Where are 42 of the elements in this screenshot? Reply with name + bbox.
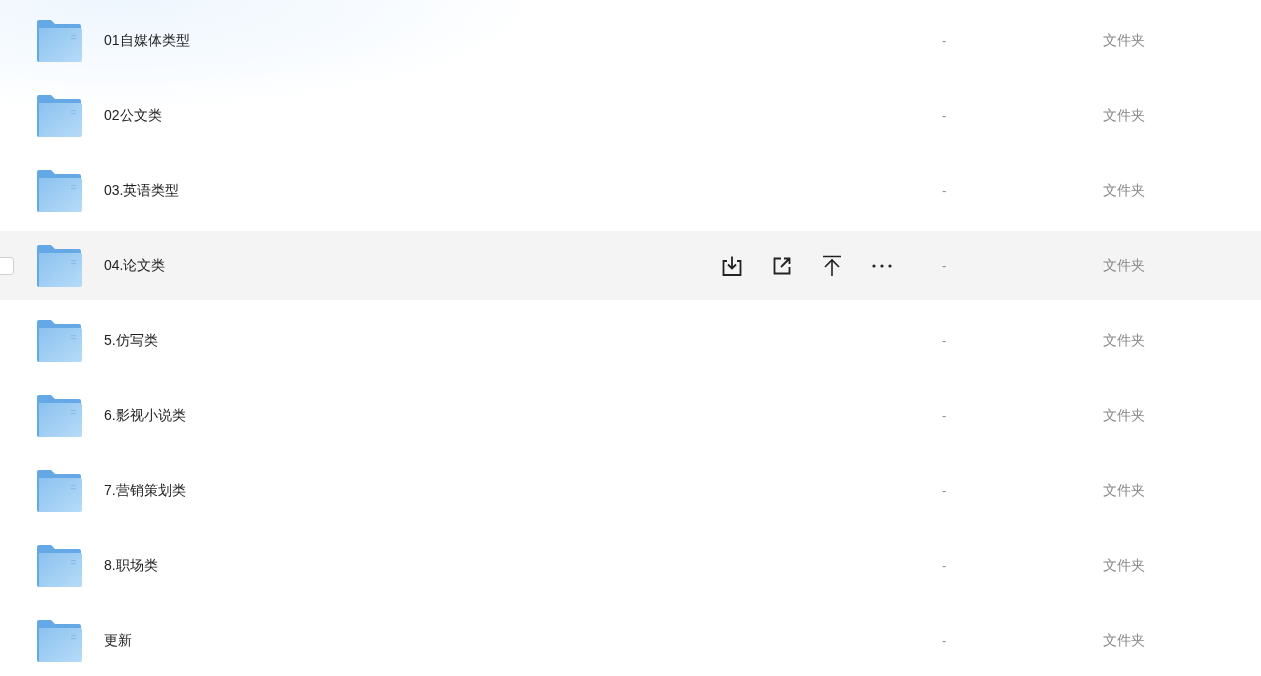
folder-icon [36, 169, 82, 212]
arrow-up-icon [822, 254, 842, 277]
folder-name[interactable]: 6.影视小说类 [104, 405, 404, 426]
file-row[interactable]: 04.论文类 - 文件夹 [0, 231, 1261, 300]
folder-name[interactable]: 8.职场类 [104, 555, 404, 576]
size-cell-text: - [942, 256, 947, 275]
folder-name[interactable]: 04.论文类 [104, 255, 404, 276]
folder-icon [36, 19, 82, 62]
folder-icon [36, 394, 82, 437]
share-icon [772, 255, 792, 276]
folder-icon [36, 244, 82, 287]
size-cell-text: - [942, 31, 947, 50]
folder-name[interactable]: 03.英语类型 [104, 180, 404, 201]
folder-name[interactable]: 02公文类 [104, 105, 404, 126]
download-icon [721, 254, 743, 277]
type-cell-text: 文件夹 [1103, 406, 1146, 425]
type-cell-text: 文件夹 [1103, 181, 1146, 200]
size-cell-text: - [942, 106, 947, 125]
size-cell-text: - [942, 331, 947, 350]
size-cell-text: - [942, 631, 947, 650]
size-cell-text: - [942, 481, 947, 500]
type-cell-text: 文件夹 [1103, 556, 1146, 575]
type-cell-text: 文件夹 [1103, 256, 1146, 275]
size-cell-text: - [942, 406, 947, 425]
folder-name[interactable]: 01自媒体类型 [104, 30, 404, 51]
row-checkbox[interactable] [0, 257, 14, 275]
more-icon [872, 263, 892, 268]
folder-icon [36, 469, 82, 512]
folder-name[interactable]: 5.仿写类 [104, 330, 404, 351]
type-cell-text: 文件夹 [1103, 31, 1146, 50]
type-cell-text: 文件夹 [1103, 481, 1146, 500]
type-cell-text: 文件夹 [1103, 631, 1146, 650]
folder-name[interactable]: 7.营销策划类 [104, 480, 404, 501]
folder-name[interactable]: 更新 [104, 630, 404, 651]
size-cell-text: - [942, 181, 947, 200]
folder-icon [36, 319, 82, 362]
folder-icon [36, 94, 82, 137]
folder-icon [36, 544, 82, 587]
folder-icon [36, 619, 82, 662]
size-cell-text: - [942, 556, 947, 575]
type-cell-text: 文件夹 [1103, 106, 1146, 125]
type-cell-text: 文件夹 [1103, 331, 1146, 350]
